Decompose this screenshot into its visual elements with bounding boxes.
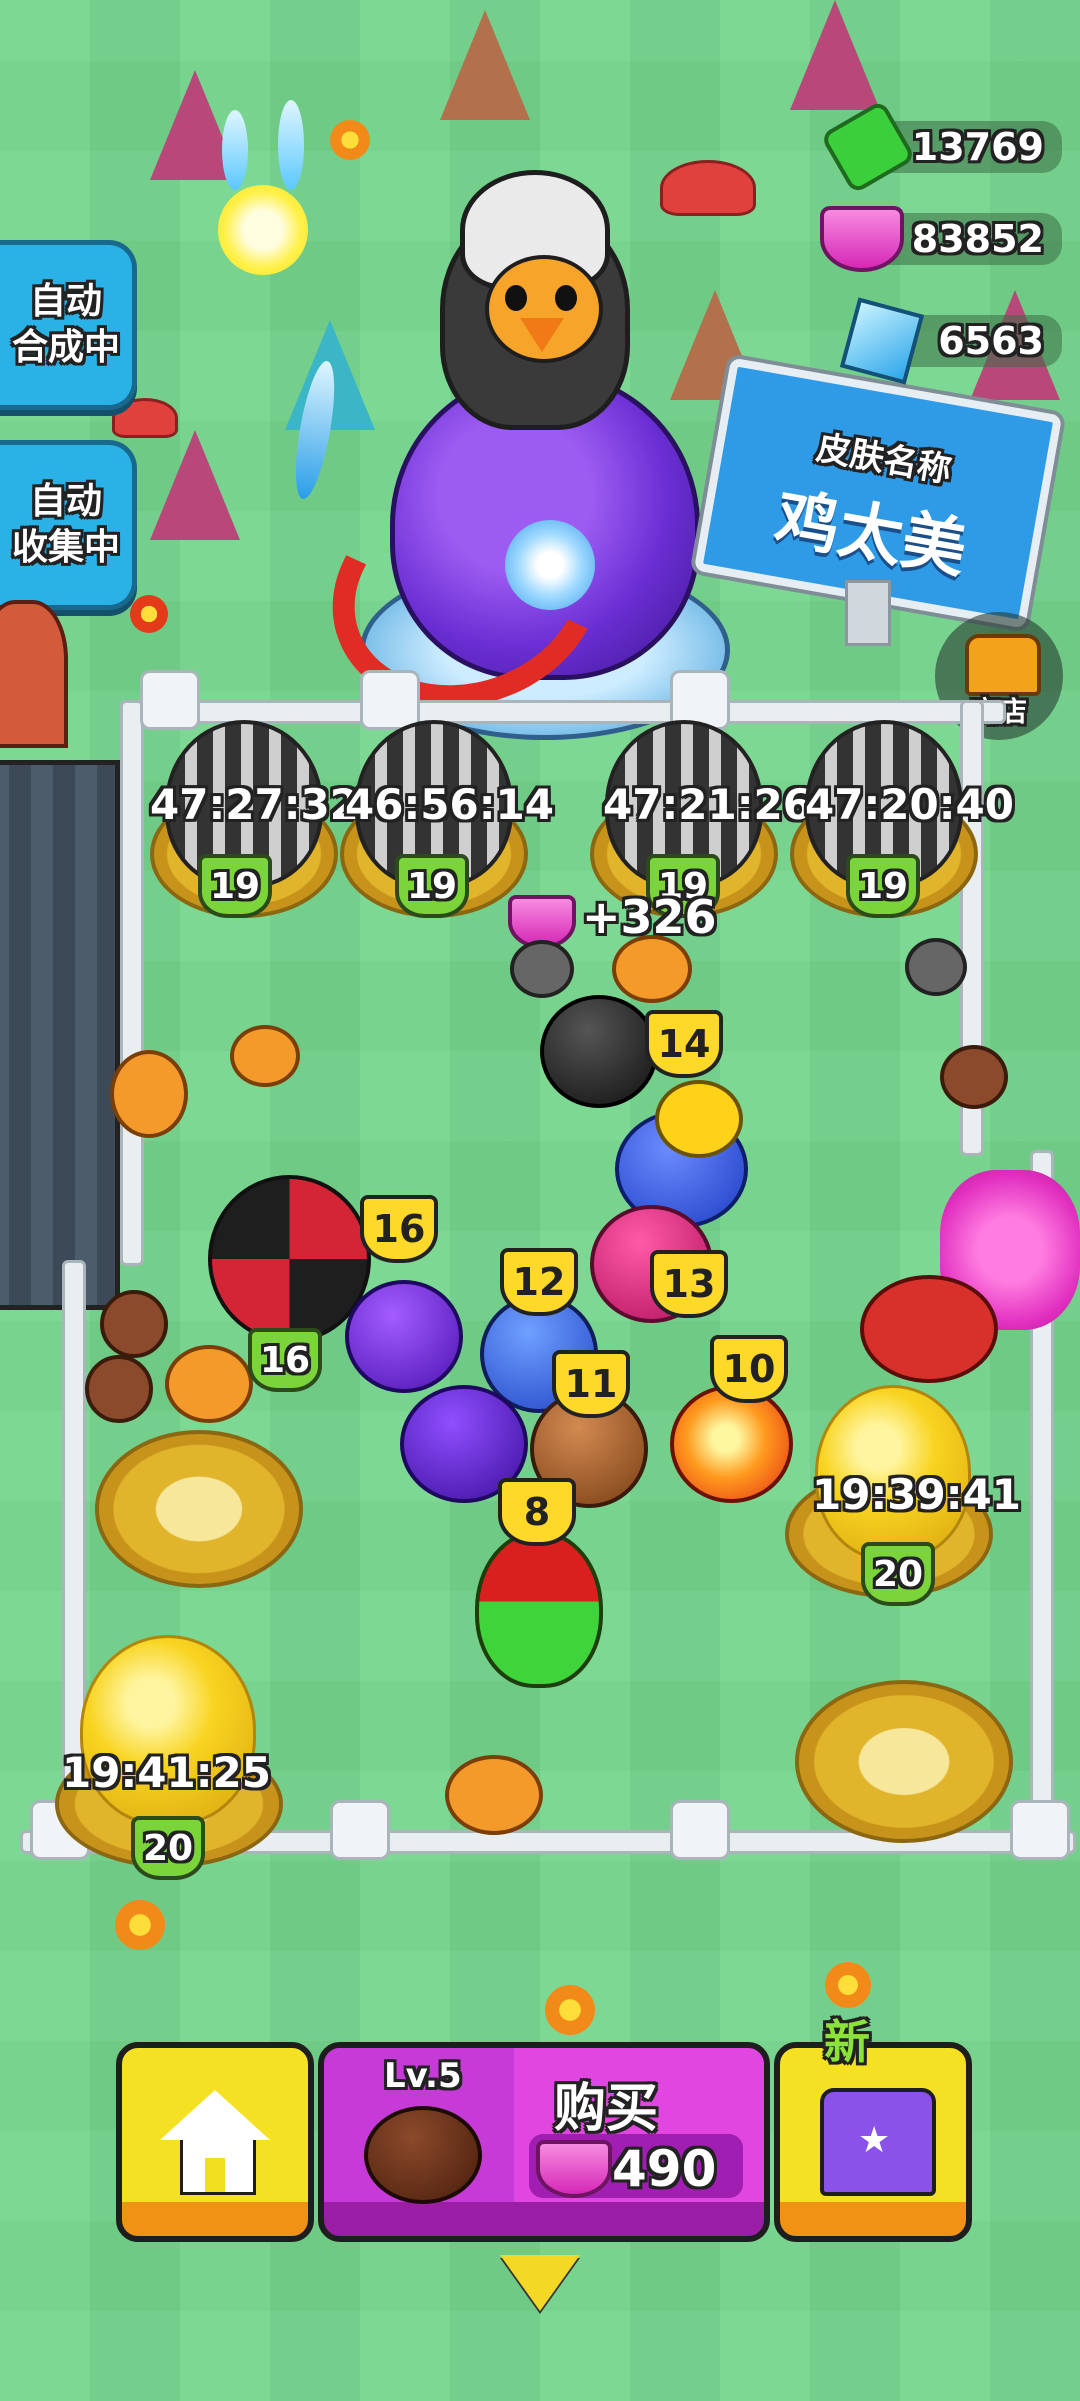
coin-pile xyxy=(230,1025,300,1087)
creature-level-badge: 16 xyxy=(360,1195,438,1263)
cage-level-badge: 19 xyxy=(198,854,272,918)
coin-pile xyxy=(110,1050,188,1138)
gold-egg-timer: 19:39:41 xyxy=(812,1470,1021,1519)
coin-pile xyxy=(445,1755,543,1835)
fence-post xyxy=(1010,1800,1070,1860)
coin-pile xyxy=(612,935,692,1003)
creature-level-badge: 13 xyxy=(650,1250,728,1318)
mushroom xyxy=(660,160,756,216)
buy-button[interactable]: Lv.5 购买 490 xyxy=(318,2042,770,2242)
buy-price: 490 xyxy=(612,2140,717,2198)
poop-pile xyxy=(85,1355,153,1423)
expand-arrow-icon[interactable] xyxy=(500,2255,580,2311)
skin-button[interactable]: 新 ★ xyxy=(774,2015,972,2242)
pan-item xyxy=(510,940,574,998)
red-pot xyxy=(860,1275,998,1383)
creature-level-badge: 8 xyxy=(498,1478,576,1546)
black-chicken[interactable] xyxy=(540,995,658,1108)
cash-icon xyxy=(819,99,916,195)
auto-collect-label: 自动 收集中 xyxy=(11,481,120,568)
star-icon: ★ xyxy=(858,2120,891,2161)
barn xyxy=(0,760,120,1310)
chicken-beak xyxy=(520,318,564,352)
game-stage: 皮肤名称 鸡太美 13769 83852 6563 自动 合成中 自动 收集中 … xyxy=(0,0,1080,2401)
gem-icon xyxy=(819,206,904,272)
flower xyxy=(545,1985,595,2035)
buy-level: Lv.5 xyxy=(384,2056,462,2096)
cage-level-badge: 19 xyxy=(395,854,469,918)
pan-item xyxy=(905,938,967,996)
chicken-eye xyxy=(555,285,577,311)
flower xyxy=(115,1900,165,1950)
duck-hat xyxy=(655,1080,743,1158)
flower xyxy=(330,120,370,160)
empty-nest[interactable] xyxy=(95,1430,303,1588)
cage-level-badge: 19 xyxy=(846,854,920,918)
coin-pile xyxy=(165,1345,253,1423)
currency-gem: 83852 xyxy=(819,204,1062,274)
new-badge: 新 xyxy=(824,2015,870,2069)
blue-flame xyxy=(222,110,248,190)
cage-timer: 47:27:32 xyxy=(150,780,359,829)
shirt-icon: ★ xyxy=(820,2088,936,2196)
gold-egg[interactable] xyxy=(80,1635,256,1826)
gold-egg-timer: 19:41:25 xyxy=(62,1748,271,1797)
pink-tree xyxy=(150,430,240,540)
fence-post xyxy=(360,670,420,730)
red-black-egg[interactable] xyxy=(208,1175,371,1343)
silo xyxy=(0,600,68,748)
cage-timer: 47:20:40 xyxy=(805,780,1014,829)
purple-chicken[interactable] xyxy=(345,1280,463,1393)
auto-merge-label: 自动 合成中 xyxy=(11,281,120,368)
sun-orb xyxy=(218,185,308,275)
cage-timer: 46:56:14 xyxy=(345,780,554,829)
auto-collect-button[interactable]: 自动 收集中 xyxy=(0,440,137,610)
pink-tree xyxy=(790,0,880,110)
creature-level-badge: 12 xyxy=(500,1248,578,1316)
fence-post xyxy=(330,1800,390,1860)
sign-pole xyxy=(845,580,891,646)
buy-label: 购买 xyxy=(554,2079,659,2139)
home-button[interactable] xyxy=(116,2042,314,2242)
flower xyxy=(825,1962,871,2008)
fence-post xyxy=(140,670,200,730)
chicken-egg-icon xyxy=(364,2106,482,2204)
treasure-chest-icon xyxy=(965,634,1041,696)
fence-left xyxy=(120,700,144,1266)
cage-timer: 47:21:26 xyxy=(603,780,812,829)
gold-egg-level-badge: 20 xyxy=(861,1542,935,1606)
flower xyxy=(130,595,168,633)
green-level-badge: 16 xyxy=(248,1328,322,1392)
currency-crystal: 6563 xyxy=(839,297,1062,385)
auto-merge-button[interactable]: 自动 合成中 xyxy=(0,240,137,410)
gem-icon xyxy=(536,2140,612,2198)
empty-nest[interactable] xyxy=(795,1680,1013,1843)
chicken-eye xyxy=(505,285,527,311)
currency-cash: 13769 xyxy=(819,99,1062,195)
home-icon xyxy=(160,2090,270,2195)
poop-pile xyxy=(100,1290,168,1358)
creature-level-badge: 11 xyxy=(552,1350,630,1418)
gold-egg-level-badge: 20 xyxy=(131,1816,205,1880)
crystal-icon xyxy=(839,297,925,385)
green-red-egg[interactable] xyxy=(475,1530,603,1688)
brown-tree xyxy=(440,10,530,120)
poop-pile xyxy=(940,1045,1008,1109)
creature-level-badge: 14 xyxy=(645,1010,723,1078)
creature-level-badge: 10 xyxy=(710,1335,788,1403)
blue-flame xyxy=(278,100,304,190)
fence-post xyxy=(670,1800,730,1860)
fire-chicken[interactable] xyxy=(670,1385,793,1503)
